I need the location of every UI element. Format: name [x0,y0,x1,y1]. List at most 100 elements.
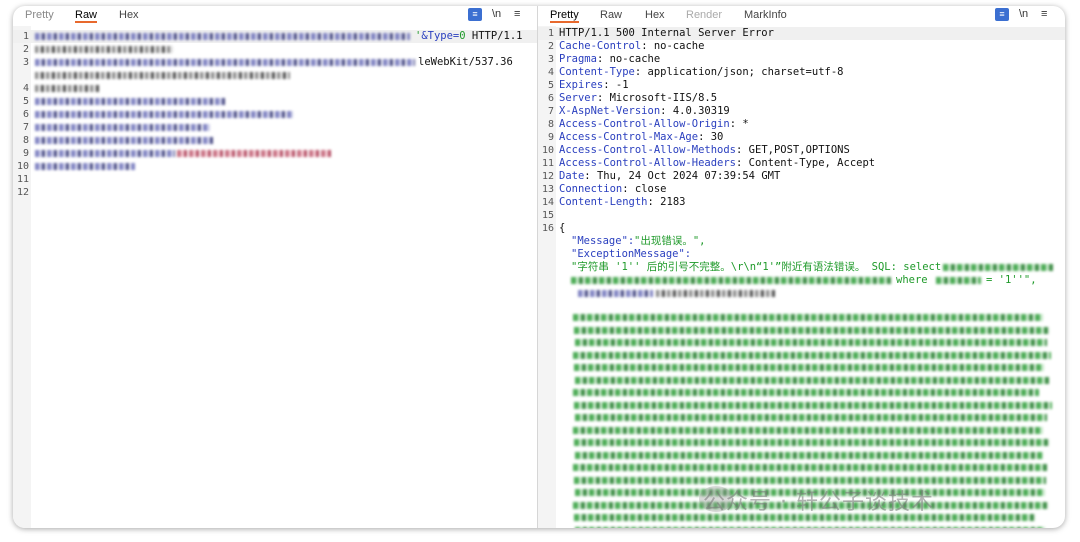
redacted-text [35,137,215,144]
redacted-text [574,326,1050,334]
header-entry: Access-Control-Allow-Headers: Content-Ty… [559,157,875,170]
json-exception-value-line [538,287,1065,300]
ln-icon[interactable]: ≡ [995,8,1009,21]
response-pane: Pretty Raw Hex Render MarkInfo ≡ \n ≡ 1 … [538,6,1065,528]
response-tab-markinfo[interactable]: MarkInfo [744,9,787,21]
request-editor[interactable]: 1 '&Type=0 HTTP/1.1 2 3 leWebKit/537.36 … [13,26,537,528]
request-line: 5 [13,95,537,108]
response-line: 16 { [538,222,1065,235]
header-entry: Server: Microsoft-IIS/8.5 [559,92,717,105]
header-entry: Cache-Control: no-cache [559,40,704,53]
header-name: Access-Control-Allow-Methods [559,144,737,156]
redacted-text [35,98,225,105]
line-number: 14 [541,197,554,208]
redacted-text [574,401,1052,409]
redacted-text [574,364,1044,371]
line-number: 11 [16,174,29,185]
redacted-text [573,464,1047,471]
request-line-wrap [13,69,537,82]
header-separator: : [729,118,743,130]
watermark: 公众号 · 轩公子谈技术 [703,490,934,515]
header-separator: : [596,92,610,104]
request-tab-hex[interactable]: Hex [119,9,139,21]
line-number: 8 [547,119,554,130]
redacted-text [35,33,410,40]
request-tab-raw[interactable]: Raw [75,9,98,23]
header-entry: Content-Length: 2183 [559,196,685,209]
header-value: GET,POST,OPTIONS [748,144,850,156]
redacted-text [571,277,891,284]
header-name: Access-Control-Allow-Headers [559,157,737,169]
vertical-scrollbar[interactable] [1058,26,1063,520]
line-number: 1 [22,31,29,42]
request-line: 6 [13,108,537,121]
redacted-text [943,264,1053,271]
line-number: 10 [16,161,29,172]
request-line: 10 [13,160,537,173]
response-header-line: 14 Content-Length: 2183 [538,196,1065,209]
line-number: 12 [16,187,29,198]
response-header-line: 7 X-AspNet-Version: 4.0.30319 [538,105,1065,118]
response-header-line: 6 Server: Microsoft-IIS/8.5 [538,92,1065,105]
line-number: 12 [541,171,554,182]
redacted-text [35,150,175,157]
line-number: 15 [541,210,554,221]
json-exception-value-line: "字符串 '1'' 后的引号不完整。\r\n“1'”附近有语法错误。 SQL: … [538,261,1065,274]
menu-icon[interactable]: ≡ [1041,8,1047,20]
response-editor[interactable]: 1 HTTP/1.1 500 Internal Server Error 2 Ca… [538,26,1065,528]
response-header-line: 12 Date: Thu, 24 Oct 2024 07:39:54 GMT [538,170,1065,183]
header-name: Expires [559,79,604,91]
header-value: no-cache [609,53,661,65]
menu-icon[interactable]: ≡ [514,8,520,20]
header-separator: : [736,144,749,156]
response-header-line: 11 Access-Control-Allow-Headers: Content-… [538,157,1065,170]
redacted-text [573,426,1043,434]
header-separator: : [647,196,661,208]
header-value: Microsoft-IIS/8.5 [609,92,718,104]
response-tab-pretty[interactable]: Pretty [550,9,579,23]
response-header-line: 2 Cache-Control: no-cache [538,40,1065,53]
json-exception-value-line: where = '1''", [538,274,1065,287]
redacted-text [578,290,653,297]
response-tab-raw[interactable]: Raw [600,9,622,21]
ln-icon[interactable]: ≡ [468,8,482,21]
header-name: X-AspNet-Version [559,105,661,117]
redacted-text [575,414,1047,421]
header-name: Access-Control-Allow-Origin [559,118,730,130]
header-value: close [634,183,667,195]
header-name: Access-Control-Max-Age [559,131,699,143]
header-separator: : [603,79,616,91]
header-separator: : [584,170,597,182]
redacted-text [35,46,173,53]
line-number: 6 [22,109,29,120]
header-separator: : [622,183,635,195]
redacted-text [35,59,415,66]
header-name: Pragma [559,53,597,65]
line-number: 2 [22,44,29,55]
redacted-text [575,339,1047,346]
redacted-text [573,389,1039,396]
header-value: Thu, 24 Oct 2024 07:39:54 GMT [596,170,781,182]
redacted-text [35,72,290,79]
response-tab-render[interactable]: Render [686,9,722,21]
newline-icon[interactable]: \n [1019,8,1028,20]
request-line: 11 [13,173,537,186]
line-number: 9 [547,132,554,143]
json-value-exception-where: where [896,274,928,286]
newline-icon[interactable]: \n [492,8,501,20]
redacted-text [35,124,210,131]
response-header-line: 9 Access-Control-Max-Age: 30 [538,131,1065,144]
request-tab-pretty[interactable]: Pretty [25,9,54,21]
status-line: HTTP/1.1 500 Internal Server Error [559,27,774,39]
request-line: 1 '&Type=0 HTTP/1.1 [13,30,537,43]
response-tab-hex[interactable]: Hex [645,9,665,21]
header-entry: Access-Control-Allow-Methods: GET,POST,O… [559,144,850,157]
line-number: 3 [22,57,29,68]
redacted-text [575,376,1049,384]
line-number: 4 [22,83,29,94]
json-key-message: "Message": [571,235,635,247]
header-value: * [742,118,749,130]
line-number: 1 [547,28,554,39]
request-line: 7 [13,121,537,134]
json-brace: { [559,222,566,234]
